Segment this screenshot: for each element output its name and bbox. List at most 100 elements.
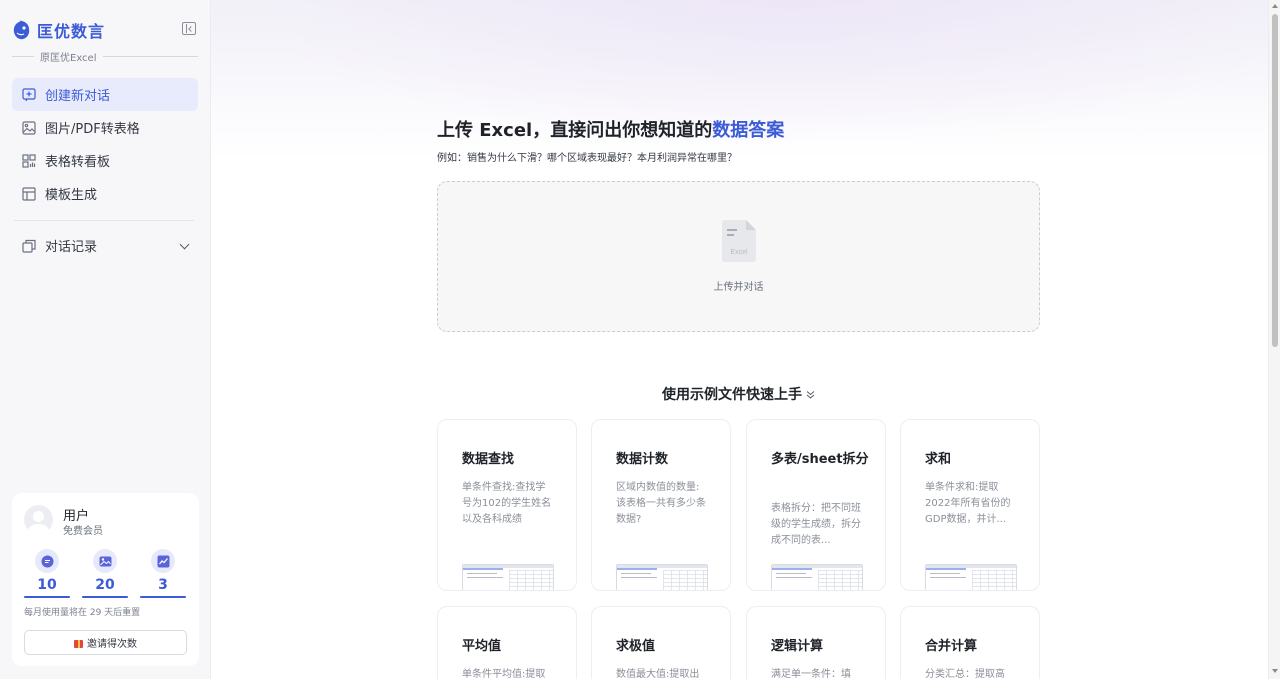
thumbnail-line <box>621 577 657 578</box>
chevron-down-icon[interactable] <box>179 239 190 250</box>
card-description: 单条件求和:提取2022年所有省份的GDP数据，并计... <box>925 482 1011 525</box>
example-card-merge-calc[interactable]: 合并计算 分类汇总：提取高 <box>900 606 1040 679</box>
card-description: 数值最大值:提取出 <box>616 669 700 679</box>
page-title-accent: 数据答案 <box>712 120 785 141</box>
card-title: 逻辑计算 <box>771 639 824 654</box>
divider <box>12 56 34 57</box>
thumbnail-line <box>776 573 806 574</box>
card-title: 求极值 <box>616 639 656 654</box>
divider <box>102 56 198 57</box>
sidebar: 匡优数言 原匡优Excel 创建新对话 图片/PDF转表格 表格转看板 模板生成… <box>0 0 211 679</box>
example-card-logic[interactable]: 逻辑计算 满足单一条件：填 <box>746 606 886 679</box>
vertical-scrollbar[interactable] <box>1268 0 1280 679</box>
card-thumbnail <box>771 564 863 590</box>
page-subtitle: 例如：销售为什么下滑？哪个区域表现最好？本月利润异常在哪里？ <box>437 153 737 164</box>
example-card-sum[interactable]: 求和 单条件求和:提取2022年所有省份的GDP数据，并计... <box>900 419 1040 591</box>
thumbnail-grid <box>663 570 707 590</box>
main-content: 上传 Excel，直接问出你想知道的数据答案 例如：销售为什么下滑？哪个区域表现… <box>211 0 1268 679</box>
stat-chart-credits: 3 <box>140 549 186 598</box>
card-thumbnail <box>925 564 1017 590</box>
scrollbar-thumb[interactable] <box>1272 14 1278 347</box>
avatar[interactable] <box>24 505 53 534</box>
brand[interactable]: 匡优数言 <box>12 18 105 42</box>
scroll-down-arrow-icon[interactable] <box>1272 669 1278 673</box>
thumbnail-highlight <box>617 568 657 570</box>
sidebar-item-label: 表格转看板 <box>45 155 111 170</box>
card-title: 数据计数 <box>616 452 669 467</box>
example-card-average[interactable]: 平均值 单条件平均值:提取 <box>437 606 577 679</box>
card-title: 平均值 <box>462 639 502 654</box>
stat-value: 20 <box>95 577 115 593</box>
double-chevron-down-icon <box>806 391 815 399</box>
thumbnail-line <box>930 573 960 574</box>
stat-image-credits: 20 <box>82 549 128 598</box>
sidebar-item-template[interactable]: 模板生成 <box>12 177 198 210</box>
user-tier: 免费会员 <box>63 526 103 537</box>
sidebar-item-table-to-dashboard[interactable]: 表格转看板 <box>12 144 198 177</box>
page-title-prefix: 上传 Excel，直接问出你想知道的 <box>437 120 713 141</box>
card-description: 单条件平均值:提取 <box>462 669 546 679</box>
card-title: 数据查找 <box>462 452 515 467</box>
scroll-up-arrow-icon[interactable] <box>1272 4 1278 8</box>
thumbnail-grid <box>972 570 1016 590</box>
thumbnail-grid <box>509 570 553 590</box>
sidebar-item-label: 图片/PDF转表格 <box>45 122 140 137</box>
card-title: 求和 <box>925 452 952 467</box>
stat-value: 3 <box>158 577 168 593</box>
sidebar-item-label: 模板生成 <box>45 188 98 203</box>
sidebar-item-image-pdf-to-table[interactable]: 图片/PDF转表格 <box>12 111 198 144</box>
sidebar-item-label: 创建新对话 <box>45 89 111 104</box>
upload-label: 上传并对话 <box>713 282 764 293</box>
new-chat-icon <box>22 87 36 101</box>
chat-credit-icon <box>35 549 59 573</box>
card-description: 满足单一条件：填 <box>771 669 851 679</box>
excel-file-icon: Excel <box>722 220 756 262</box>
template-icon <box>22 186 36 201</box>
card-thumbnail <box>616 564 708 590</box>
dashboard-icon <box>22 153 36 168</box>
usage-reset-note: 每月使用量将在 29 天后重置 <box>24 608 141 618</box>
sidebar-item-new-chat[interactable]: 创建新对话 <box>12 78 198 111</box>
thumbnail-highlight <box>463 568 503 570</box>
invite-button-label: 邀请得次数 <box>87 639 137 650</box>
upload-dropzone[interactable]: Excel 上传并对话 <box>437 181 1040 332</box>
brand-name: 匡优数言 <box>37 22 106 41</box>
chart-credit-icon <box>151 549 175 573</box>
card-thumbnail <box>462 564 554 590</box>
thumbnail-line <box>930 577 966 578</box>
card-description: 表格拆分：把不同班级的学生成绩，拆分成不同的表... <box>771 503 861 546</box>
image-convert-icon <box>22 120 36 135</box>
sidebar-nav: 创建新对话 图片/PDF转表格 表格转看板 模板生成 <box>12 78 198 210</box>
example-card-data-count[interactable]: 数据计数 区域内数值的数量:该表格一共有多少条数据? <box>591 419 731 591</box>
invite-button[interactable]: 邀请得次数 <box>24 630 187 655</box>
card-title: 合并计算 <box>925 639 978 654</box>
card-description: 区域内数值的数量:该表格一共有多少条数据? <box>616 482 706 525</box>
thumbnail-grid <box>818 570 862 590</box>
brand-logo-icon <box>13 20 30 40</box>
example-card-data-lookup[interactable]: 数据查找 单条件查找:查找学号为102的学生姓名以及各科成绩 <box>437 419 577 591</box>
brand-subtitle-text: 原匡优Excel <box>40 53 97 64</box>
user-card: 用户 免费会员 10 20 3 每月使用量将在 29 天后重置 邀请得次数 <box>12 493 199 666</box>
image-credit-icon <box>93 549 117 573</box>
thumbnail-line <box>467 577 503 578</box>
example-card-sheet-split[interactable]: 多表/sheet拆分 表格拆分：把不同班级的学生成绩，拆分成不同的表... <box>746 419 886 591</box>
collapse-sidebar-icon[interactable] <box>182 22 196 35</box>
brand-subtitle: 原匡优Excel <box>12 49 198 64</box>
examples-title[interactable]: 使用示例文件快速上手 <box>437 384 1040 404</box>
usage-stats: 10 20 3 <box>24 549 186 598</box>
thumbnail-line <box>776 577 812 578</box>
card-description: 分类汇总：提取高 <box>925 669 1005 679</box>
gift-icon <box>74 638 83 648</box>
page-title: 上传 Excel，直接问出你想知道的数据答案 <box>437 116 784 142</box>
stat-underline <box>140 596 186 598</box>
examples-title-text: 使用示例文件快速上手 <box>662 387 802 403</box>
thumbnail-highlight <box>772 568 812 570</box>
card-description: 单条件查找:查找学号为102的学生姓名以及各科成绩 <box>462 482 552 525</box>
card-title: 多表/sheet拆分 <box>771 452 869 467</box>
example-card-extremum[interactable]: 求极值 数值最大值:提取出 <box>591 606 731 679</box>
divider <box>14 220 194 221</box>
sidebar-item-history[interactable]: 对话记录 <box>12 229 198 262</box>
thumbnail-line <box>621 573 651 574</box>
stat-underline <box>82 596 128 598</box>
stat-value: 10 <box>37 577 57 593</box>
